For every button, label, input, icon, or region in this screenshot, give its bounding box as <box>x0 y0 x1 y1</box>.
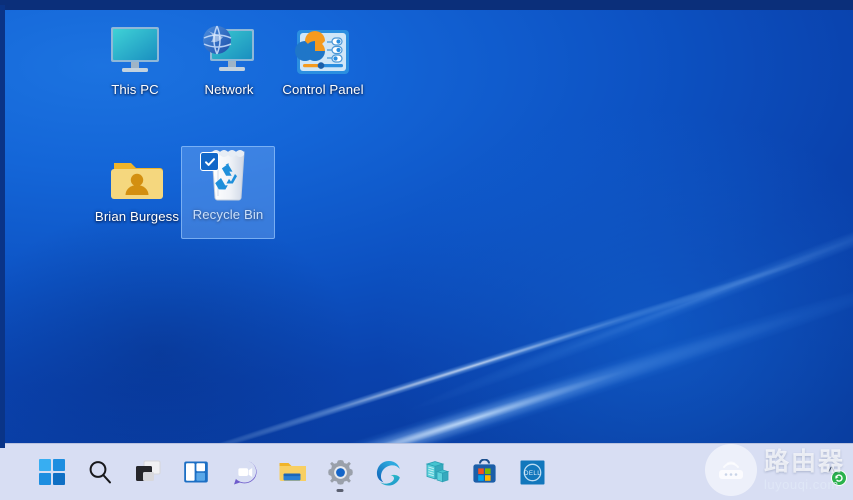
taskbar-server-manager-button[interactable] <box>412 449 460 495</box>
taskbar-search-button[interactable] <box>76 449 124 495</box>
gear-icon <box>327 459 354 486</box>
taskbar-active-indicator <box>337 489 344 492</box>
taskbar-settings-button[interactable] <box>316 449 364 495</box>
desktop-icon-label: Brian Burgess <box>92 208 182 226</box>
taskbar-store-button[interactable] <box>460 449 508 495</box>
network-globe-icon <box>182 19 276 77</box>
taskbar[interactable]: DELL ^ <box>0 443 853 500</box>
desktop-icon-label: Network <box>201 81 256 99</box>
dell-logo-icon: DELL <box>519 459 546 486</box>
taskbar-edge-button[interactable] <box>364 449 412 495</box>
taskbar-widgets-button[interactable] <box>172 449 220 495</box>
taskbar-task-view-button[interactable] <box>124 449 172 495</box>
selected-check-icon <box>200 152 219 171</box>
windows-logo-icon <box>39 459 65 485</box>
search-icon <box>87 459 113 485</box>
sync-badge-icon <box>831 470 847 486</box>
taskbar-start-button[interactable] <box>28 449 76 495</box>
monitor-icon <box>88 19 182 77</box>
screen: This PC <box>0 0 853 500</box>
control-panel-icon <box>270 19 376 77</box>
task-view-icon <box>134 459 162 485</box>
svg-text:DELL: DELL <box>523 470 540 477</box>
desktop-icon-this-pc[interactable]: This PC <box>88 19 182 99</box>
desktop-icon-recycle-bin[interactable]: Recycle Bin <box>181 144 275 224</box>
taskbar-buttons: DELL <box>0 449 556 495</box>
server-stack-icon <box>423 459 450 486</box>
taskbar-dell-button[interactable]: DELL <box>508 449 556 495</box>
chat-video-icon <box>231 459 258 486</box>
folder-icon <box>278 459 306 485</box>
store-bag-icon <box>471 459 498 486</box>
taskbar-chat-button[interactable] <box>220 449 268 495</box>
desktop-icon-network[interactable]: Network <box>182 19 276 99</box>
taskbar-file-explorer-button[interactable] <box>268 449 316 495</box>
capture-frame-left <box>0 5 5 448</box>
user-folder-icon <box>84 146 190 204</box>
desktop-icon-label: Control Panel <box>279 81 366 99</box>
capture-frame-top <box>0 5 853 10</box>
edge-icon <box>375 459 402 486</box>
desktop-icon-control-panel[interactable]: Control Panel <box>270 19 376 99</box>
desktop-wallpaper[interactable]: This PC <box>0 5 853 443</box>
recycle-bin-icon <box>181 144 275 202</box>
desktop-icon-label: This PC <box>108 81 162 99</box>
desktop-icon-brian-burgess[interactable]: Brian Burgess <box>84 146 190 226</box>
widgets-icon <box>183 459 209 485</box>
